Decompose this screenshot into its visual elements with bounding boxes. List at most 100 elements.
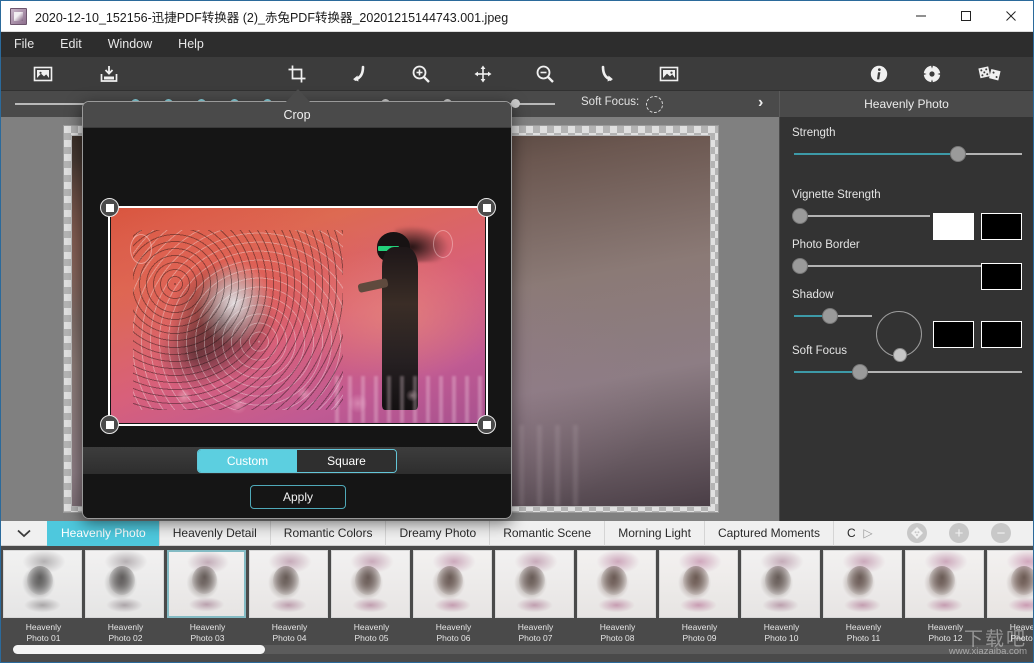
tab-captured-moments[interactable]: Captured Moments <box>704 521 833 546</box>
menu-item-window[interactable]: Window <box>95 32 165 57</box>
save-image-icon[interactable] <box>95 60 123 88</box>
thumbnail-label-line2: Photo 04 <box>272 633 306 643</box>
thumbnail-label: HeavenlyPhoto 03 <box>167 622 248 644</box>
thumbnail-label: HeavenlyPhoto 02 <box>85 622 166 644</box>
thumbnail-item[interactable]: HeavenlyPhoto 04 <box>249 550 330 644</box>
minimize-button[interactable] <box>898 1 943 32</box>
dashed-circle-icon[interactable] <box>646 96 663 113</box>
thumbnail-image[interactable] <box>495 550 574 618</box>
chevron-down-icon[interactable] <box>1 521 47 545</box>
crop-mode-custom-button[interactable]: Custom <box>198 450 297 472</box>
thumbnail-image[interactable] <box>167 550 246 618</box>
menu-item-help[interactable]: Help <box>165 32 217 57</box>
thumbnail-label-line2: Photo 03 <box>190 633 224 643</box>
thumbnail-image[interactable] <box>987 550 1033 618</box>
thumbnail-scrollbar-thumb[interactable] <box>13 645 265 654</box>
thumbnail-label: HeavenlyPhoto 05 <box>331 622 412 644</box>
tab-clipped-next[interactable]: C <box>833 521 855 546</box>
vignette-color-swatch-black[interactable] <box>981 213 1022 240</box>
thumbnail-item[interactable]: HeavenlyPhoto 09 <box>659 550 740 644</box>
thumbnail-item[interactable]: HeavenlyPhoto 07 <box>495 550 576 644</box>
undo-icon[interactable] <box>345 60 373 88</box>
thumbnail-label-line2: Photo 07 <box>518 633 552 643</box>
thumbnail-label: HeavenlyPhoto 01 <box>3 622 84 644</box>
thumbnail-item[interactable]: HeavenlyPhoto 06 <box>413 550 494 644</box>
thumbnail-item[interactable]: HeavenlyPhoto 10 <box>741 550 822 644</box>
crop-handle-top-left[interactable] <box>100 198 119 217</box>
add-icon[interactable]: + <box>949 523 969 543</box>
thumbnail-item[interactable]: HeavenlyPhoto 05 <box>331 550 412 644</box>
shadow-color-swatch-2[interactable] <box>981 321 1022 348</box>
chevron-right-icon[interactable]: › <box>758 94 763 112</box>
thumbnail-subject <box>847 566 873 595</box>
thumbnail-image[interactable] <box>905 550 984 618</box>
info-icon[interactable] <box>865 60 893 88</box>
thumbnail-item[interactable]: HeavenlyPhoto 02 <box>85 550 166 644</box>
thumbnail-label: HeavenlyPhoto 11 <box>823 622 904 644</box>
menu-item-edit[interactable]: Edit <box>47 32 95 57</box>
shadow-color-swatch-1[interactable] <box>933 321 974 348</box>
remove-icon[interactable]: − <box>991 523 1011 543</box>
thumbnail-subject <box>27 566 53 595</box>
soft-focus-slider[interactable] <box>792 363 1034 381</box>
thumbnail-item[interactable]: HeavenlyPhoto 12 <box>905 550 986 644</box>
thumbnail-image[interactable] <box>249 550 328 618</box>
preset-thumbnail-strip[interactable]: HeavenlyPhoto 01HeavenlyPhoto 02Heavenly… <box>1 546 1033 662</box>
thumbnail-subject <box>683 566 709 595</box>
maximize-button[interactable] <box>943 1 988 32</box>
thumbnail-label: HeavenlyPhoto 04 <box>249 622 330 644</box>
thumbnail-image[interactable] <box>577 550 656 618</box>
tab-heavenly-detail[interactable]: Heavenly Detail <box>159 521 270 546</box>
zoom-out-icon[interactable] <box>531 60 559 88</box>
preset-name-text: Heavenly Photo <box>864 97 949 111</box>
thumbnail-image[interactable] <box>331 550 410 618</box>
crop-apply-button[interactable]: Apply <box>250 485 346 509</box>
dice-icon[interactable] <box>976 60 1004 88</box>
vignette-color-swatch-white[interactable] <box>933 213 974 240</box>
thumbnail-label: HeavenlyPhoto 10 <box>741 622 822 644</box>
thumbnail-image[interactable] <box>3 550 82 618</box>
thumbnail-item[interactable]: HeavenlyPhoto 13 <box>987 550 1033 644</box>
move-icon[interactable] <box>469 60 497 88</box>
preset-slider-dot[interactable] <box>511 99 520 108</box>
crop-icon[interactable] <box>283 60 311 88</box>
thumbnail-item[interactable]: HeavenlyPhoto 11 <box>823 550 904 644</box>
photo-app-icon <box>10 8 27 25</box>
tab-scroll-right-icon[interactable]: ▷ <box>855 521 881 545</box>
photo-border-color-swatch[interactable] <box>981 263 1022 290</box>
close-button[interactable] <box>988 1 1033 32</box>
strength-slider[interactable] <box>792 145 1034 163</box>
palette-icon[interactable] <box>907 523 927 543</box>
thumbnail-label-line1: Heavenly <box>518 622 553 632</box>
thumbnail-image[interactable] <box>413 550 492 618</box>
thumbnail-item[interactable]: HeavenlyPhoto 03 <box>167 550 248 644</box>
crop-handle-bottom-left[interactable] <box>100 415 119 434</box>
thumbnail-image[interactable] <box>823 550 902 618</box>
zoom-in-icon[interactable] <box>407 60 435 88</box>
control-vignette-strength: Vignette Strength <box>780 189 1034 225</box>
thumbnail-image[interactable] <box>659 550 738 618</box>
thumbnail-image[interactable] <box>85 550 164 618</box>
crop-mode-square-button[interactable]: Square <box>297 450 396 472</box>
tab-romantic-colors[interactable]: Romantic Colors <box>270 521 386 546</box>
menu-item-file[interactable]: File <box>1 32 47 57</box>
export-image-icon[interactable] <box>655 60 683 88</box>
thumbnail-label-line2: Photo 11 <box>847 633 880 643</box>
crop-handle-top-right[interactable] <box>477 198 496 217</box>
thumbnail-item[interactable]: HeavenlyPhoto 01 <box>3 550 84 644</box>
settings-icon[interactable] <box>918 60 946 88</box>
window-controls <box>898 1 1033 32</box>
open-image-icon[interactable] <box>29 60 57 88</box>
adjustments-panel: Strength Vignette Strength Photo Border <box>779 117 1033 521</box>
thumbnail-subject <box>437 566 463 595</box>
thumbnail-item[interactable]: HeavenlyPhoto 08 <box>577 550 658 644</box>
crop-preview-area[interactable] <box>83 128 511 448</box>
tab-romantic-scene[interactable]: Romantic Scene <box>489 521 604 546</box>
crop-selection-rect[interactable] <box>108 206 488 426</box>
tab-heavenly-photo[interactable]: Heavenly Photo <box>47 521 159 546</box>
thumbnail-image[interactable] <box>741 550 820 618</box>
tab-morning-light[interactable]: Morning Light <box>604 521 704 546</box>
tab-dreamy-photo[interactable]: Dreamy Photo <box>385 521 489 546</box>
redo-icon[interactable] <box>593 60 621 88</box>
crop-handle-bottom-right[interactable] <box>477 415 496 434</box>
